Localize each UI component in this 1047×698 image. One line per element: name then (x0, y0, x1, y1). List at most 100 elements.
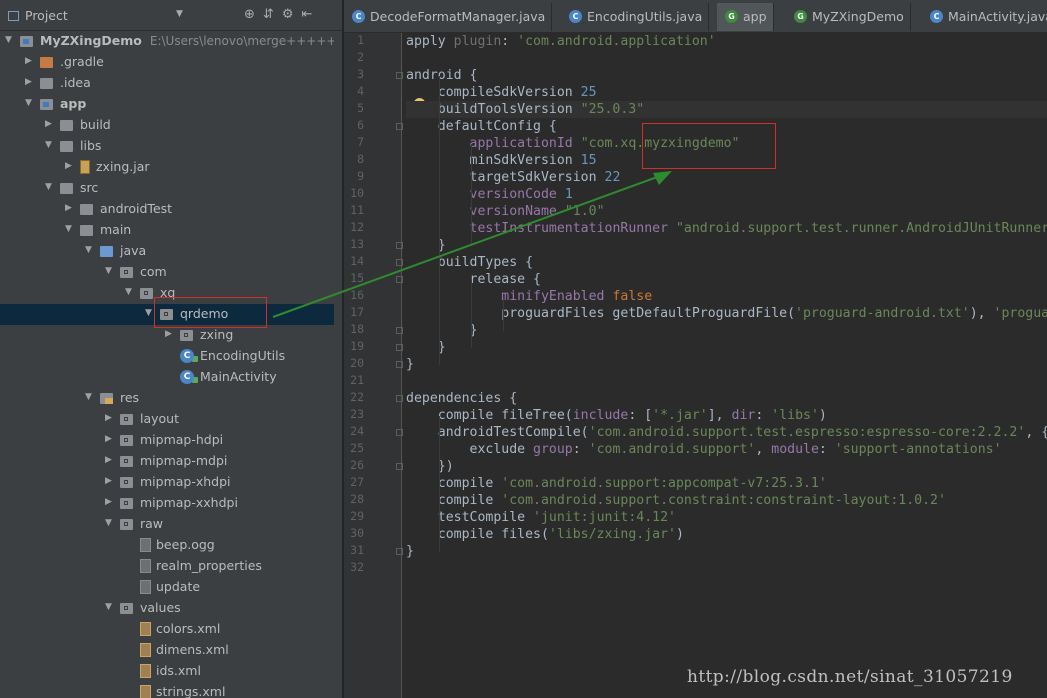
hide-icon[interactable]: ⇤ (301, 7, 320, 22)
editor-tab[interactable]: C MainActivity.java (922, 3, 1047, 31)
collapse-all-icon[interactable]: ⇵ (263, 7, 282, 22)
expanded-arrow-icon[interactable]: ▼ (105, 518, 112, 528)
expanded-arrow-icon[interactable]: ▼ (45, 140, 52, 150)
tree-item-label: mipmap-xxhdpi (140, 495, 238, 510)
tree-item[interactable]: ▼ java (0, 241, 342, 262)
code-token: 'libs' (771, 408, 819, 423)
package-icon (120, 456, 133, 467)
expanded-arrow-icon[interactable]: ▼ (105, 602, 112, 612)
tree-item-label: mipmap-xhdpi (140, 474, 231, 489)
tree-item[interactable]: dimens.xml (0, 640, 342, 661)
tree-item[interactable]: beep.ogg (0, 535, 342, 556)
collapsed-arrow-icon[interactable]: ▶ (105, 434, 112, 444)
expanded-arrow-icon[interactable]: ▼ (125, 287, 132, 297)
package-icon (120, 477, 133, 488)
tree-item-text: mipmap-hdpi (140, 432, 224, 447)
expanded-arrow-icon[interactable]: ▼ (85, 245, 92, 255)
collapsed-arrow-icon[interactable]: ▶ (65, 161, 72, 171)
expanded-arrow-icon[interactable]: ▼ (25, 98, 32, 108)
project-view-selector[interactable]: Project (8, 8, 68, 23)
tree-item-text: mipmap-xhdpi (140, 474, 231, 489)
tree-item-text: zxing.jar (96, 159, 150, 174)
expanded-arrow-icon[interactable]: ▼ (105, 266, 112, 276)
tree-item[interactable]: ids.xml (0, 661, 342, 682)
collapsed-arrow-icon[interactable]: ▶ (25, 56, 32, 66)
expanded-arrow-icon[interactable]: ▼ (145, 308, 152, 318)
code-token: compile (406, 493, 502, 508)
tree-item-label: realm_properties (156, 558, 262, 573)
code-token: testCompile (406, 510, 534, 525)
collapsed-arrow-icon[interactable]: ▶ (45, 119, 52, 129)
tree-item-label: mipmap-mdpi (140, 453, 227, 468)
tree-item-label: EncodingUtils (200, 348, 285, 363)
gear-icon[interactable]: ⚙ (282, 7, 302, 22)
tree-item[interactable]: colors.xml (0, 619, 342, 640)
fold-marker-icon[interactable] (396, 72, 403, 79)
fold-marker-icon[interactable] (396, 327, 403, 334)
tree-item[interactable]: ▶ zxing (0, 325, 342, 346)
editor-tab[interactable]: C DecodeFormatManager.java (344, 3, 553, 31)
tree-item[interactable]: ▼ libs (0, 136, 342, 157)
tree-item[interactable]: ▶ layout (0, 409, 342, 430)
line-number: 23 (350, 407, 364, 421)
editor-tab[interactable]: C EncodingUtils.java (561, 3, 710, 31)
code-line: versionCode 1 (406, 186, 573, 203)
tree-item-text: androidTest (100, 201, 173, 216)
tree-item[interactable]: ▼ app (0, 94, 342, 115)
expanded-arrow-icon[interactable]: ▼ (65, 224, 72, 234)
tree-item[interactable]: ▼ MyZXingDemo E:\Users\lenovo\merge+++++++ (0, 31, 342, 52)
tree-item[interactable]: ▶ androidTest (0, 199, 342, 220)
collapsed-arrow-icon[interactable]: ▶ (65, 203, 72, 213)
expanded-arrow-icon[interactable]: ▼ (5, 35, 12, 45)
editor-tab[interactable]: G MyZXingDemo (786, 3, 911, 31)
fold-marker-icon[interactable] (396, 259, 403, 266)
tree-item[interactable]: ▶ mipmap-xhdpi (0, 472, 342, 493)
tree-item[interactable]: ▼ raw (0, 514, 342, 535)
collapsed-arrow-icon[interactable]: ▶ (105, 455, 112, 465)
collapsed-arrow-icon[interactable]: ▶ (25, 77, 32, 87)
collapsed-arrow-icon[interactable]: ▶ (105, 497, 112, 507)
fold-marker-icon[interactable] (396, 361, 403, 368)
collapsed-arrow-icon[interactable]: ▶ (105, 413, 112, 423)
tree-item[interactable]: ▼ com (0, 262, 342, 283)
expanded-arrow-icon[interactable]: ▼ (45, 182, 52, 192)
tree-item-label: .idea (60, 75, 91, 90)
tree-item[interactable]: ▶ zxing.jar (0, 157, 342, 178)
tree-item[interactable]: ▼ main (0, 220, 342, 241)
code-token: false (612, 289, 653, 304)
fold-marker-icon[interactable] (396, 395, 403, 402)
fold-marker-icon[interactable] (396, 548, 403, 555)
tree-item[interactable]: ▶ .gradle (0, 52, 342, 73)
collapsed-arrow-icon[interactable]: ▶ (165, 329, 172, 339)
code-line: dependencies { (406, 390, 517, 407)
expanded-arrow-icon[interactable]: ▼ (85, 392, 92, 402)
tree-item[interactable]: C EncodingUtils (0, 346, 342, 367)
tree-item[interactable]: ▶ .idea (0, 73, 342, 94)
fold-marker-icon[interactable] (396, 276, 403, 283)
line-number: 5 (357, 101, 364, 115)
tree-item[interactable]: realm_properties (0, 556, 342, 577)
locate-icon[interactable]: ⊕ (244, 7, 263, 22)
tree-item[interactable]: ▼ res (0, 388, 342, 409)
tree-item[interactable]: ▶ build (0, 115, 342, 136)
fold-marker-icon[interactable] (396, 429, 403, 436)
collapsed-arrow-icon[interactable]: ▶ (105, 476, 112, 486)
scrollbar[interactable] (334, 31, 342, 698)
code-line: compile 'com.android.support.constraint:… (406, 492, 946, 509)
tree-item[interactable]: ▼ values (0, 598, 342, 619)
tree-item[interactable]: ▼ src (0, 178, 342, 199)
tree-item[interactable]: ▶ mipmap-xxhdpi (0, 493, 342, 514)
tree-item[interactable]: update (0, 577, 342, 598)
fold-marker-icon[interactable] (396, 344, 403, 351)
fold-marker-icon[interactable] (396, 242, 403, 249)
tree-item[interactable]: C MainActivity (0, 367, 342, 388)
editor-tab[interactable]: Gapp (717, 3, 774, 31)
tree-item[interactable]: ▶ mipmap-mdpi (0, 451, 342, 472)
fold-marker-icon[interactable] (396, 463, 403, 470)
tree-item[interactable]: strings.xml (0, 682, 342, 698)
fold-marker-icon[interactable] (396, 123, 403, 130)
line-number: 15 (350, 271, 364, 285)
tree-item[interactable]: ▶ mipmap-hdpi (0, 430, 342, 451)
chevron-down-icon[interactable]: ▼ (176, 9, 183, 19)
